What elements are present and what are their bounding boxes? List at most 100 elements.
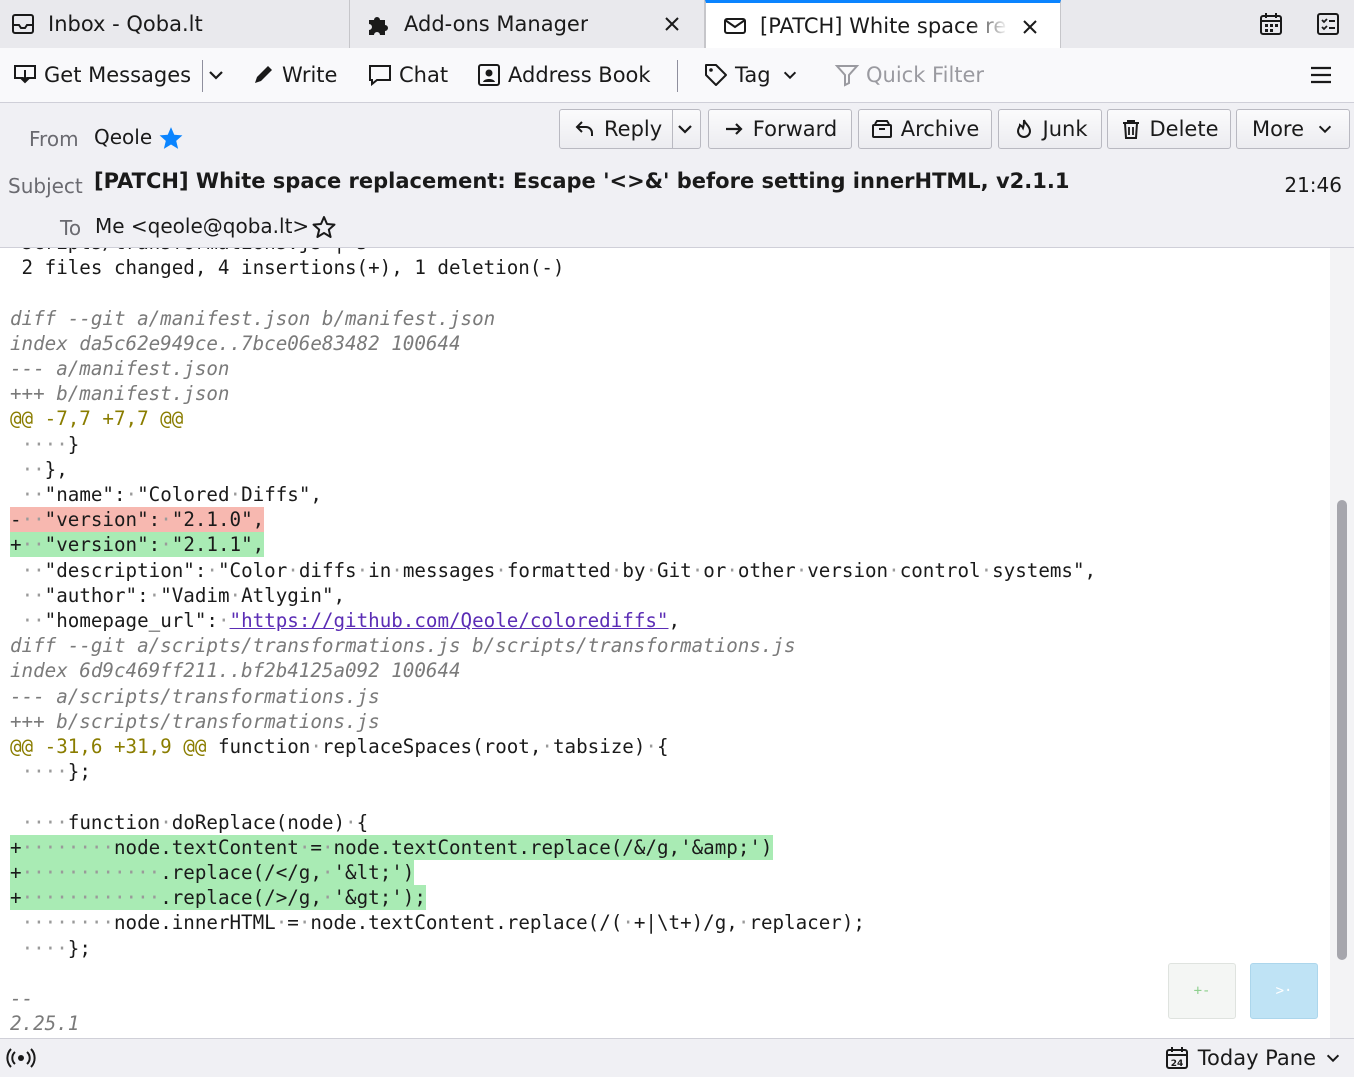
from-value[interactable]: Qeole: [94, 125, 152, 149]
close-icon[interactable]: [1018, 15, 1042, 39]
divider: [677, 60, 678, 92]
message-time: 21:46: [1284, 173, 1342, 197]
diff-line: ····}: [21, 432, 80, 456]
tab-addons-manager[interactable]: Add-ons Manager: [350, 0, 705, 48]
tab-patch-message[interactable]: [PATCH] White space replacement: Escape …: [705, 0, 1061, 49]
download-icon: [12, 62, 38, 88]
flame-icon: [1013, 118, 1035, 140]
diff-line: --: [10, 987, 34, 1010]
more-label: More: [1251, 117, 1305, 141]
reply-label: Reply: [604, 117, 663, 141]
junk-button[interactable]: Junk: [998, 109, 1102, 149]
today-pane-label: Today Pane: [1197, 1046, 1316, 1070]
diff-line: 2 files changed, 4 insertions(+), 1 dele…: [10, 256, 565, 280]
chevron-down-icon: [781, 66, 799, 84]
chevron-down-icon: [1316, 120, 1334, 138]
subject-value: [PATCH] White space replacement: Escape …: [94, 169, 1070, 193]
diff-line: --- a/scripts/transformations.js: [10, 684, 380, 708]
write-button[interactable]: Write: [250, 48, 337, 102]
diff-line: --- a/manifest.json: [10, 357, 230, 380]
next-diff-button[interactable]: >·: [1250, 963, 1318, 1019]
reply-arrow-icon: [574, 118, 596, 140]
diff-line: +············.replace(/>/g,·'&gt;');: [10, 885, 426, 911]
online-status-icon[interactable]: [6, 1047, 36, 1069]
calendar-icon[interactable]: [1257, 10, 1285, 38]
archive-box-icon: [871, 118, 893, 140]
more-button[interactable]: More: [1236, 109, 1350, 149]
star-filled-icon[interactable]: [158, 125, 184, 151]
diff-line: +··"version":·"2.1.1",: [10, 532, 265, 558]
diff-line: +········node.textContent·=·node.textCon…: [10, 834, 773, 860]
svg-text:24: 24: [1171, 1059, 1184, 1069]
diff-line: index 6d9c469ff211..bf2b4125a092 100644: [10, 659, 461, 683]
address-book-button[interactable]: Address Book: [476, 48, 651, 102]
diff-line: diff --git a/scripts/transformations.js …: [10, 634, 796, 658]
diff-line: @@ -7,7 +7,7 @@: [10, 407, 184, 431]
forward-label: Forward: [752, 117, 838, 141]
tag-button[interactable]: Tag: [703, 48, 799, 102]
subject-label: Subject: [8, 174, 83, 198]
get-messages-dropdown[interactable]: [206, 48, 226, 102]
diff-line: +············.replace(/</g,·'&lt;'): [10, 860, 415, 885]
tasks-icon[interactable]: [1314, 10, 1342, 38]
diff-line: diff --git a/manifest.json b/manifest.js…: [10, 306, 496, 330]
to-label: To: [60, 216, 82, 240]
diff-line: ··"author":·"Vadim·Atlygin",: [21, 583, 346, 607]
close-icon[interactable]: [660, 12, 684, 36]
filter-icon: [834, 62, 860, 88]
diff-line: ··},: [21, 457, 68, 481]
delete-label: Delete: [1149, 117, 1219, 141]
mail-toolbar: Get Messages Write Chat Address Book Tag: [0, 48, 1354, 103]
status-bar: 24 Today Pane: [0, 1038, 1354, 1077]
tag-icon: [703, 62, 729, 88]
forward-arrow-icon: [723, 118, 745, 140]
tab-title: Add-ons Manager: [404, 12, 589, 36]
get-messages-button[interactable]: Get Messages: [12, 48, 191, 102]
toggle-diff-button[interactable]: +-: [1168, 963, 1236, 1019]
tab-title: Inbox - Qoba.lt: [48, 12, 203, 36]
message-body: scripts/transformations.js | 5 +++- 2 fi…: [0, 248, 1330, 1038]
delete-button[interactable]: Delete: [1107, 109, 1231, 149]
quick-filter-label: Quick Filter: [866, 63, 985, 87]
tab-inbox[interactable]: Inbox - Qoba.lt: [0, 0, 350, 48]
quick-filter-button[interactable]: Quick Filter: [834, 48, 984, 102]
app-menu-button[interactable]: [1308, 48, 1334, 102]
diff-line: 2.25.1: [10, 1012, 80, 1036]
reply-dropdown-chevron-icon[interactable]: [675, 119, 695, 139]
tab-title: [PATCH] White space replacement: Escape …: [760, 14, 1008, 38]
archive-button[interactable]: Archive: [858, 109, 992, 149]
diff-line: ··"homepage_url":·"https://github.com/Qe…: [21, 609, 681, 632]
hamburger-menu-icon: [1308, 62, 1334, 88]
diff-line: @@ -31,6 +31,9 @@ function·replaceSpaces…: [10, 735, 669, 758]
inbox-icon: [10, 11, 36, 37]
get-messages-label: Get Messages: [44, 63, 192, 87]
homepage-link[interactable]: "https://github.com/Qeole/colorediffs": [230, 609, 669, 632]
chat-button[interactable]: Chat: [367, 48, 448, 102]
envelope-icon: [722, 13, 748, 39]
chat-label: Chat: [399, 63, 449, 87]
trash-icon: [1120, 118, 1142, 140]
from-label: From: [29, 127, 79, 151]
diff-line: -··"version":·"2.1.0",: [10, 507, 265, 533]
diff-line: ··"description":·"Color·diffs·in·message…: [21, 558, 1097, 582]
forward-button[interactable]: Forward: [708, 109, 852, 149]
today-pane-toggle[interactable]: 24 Today Pane: [1164, 1039, 1342, 1077]
chevron-down-icon: [1324, 1049, 1342, 1067]
pencil-icon: [250, 62, 276, 88]
star-outline-icon[interactable]: [312, 215, 336, 239]
calendar-day-icon: 24: [1164, 1045, 1190, 1071]
diff-line: ····};: [21, 936, 91, 960]
scrollbar-thumb[interactable]: [1337, 500, 1347, 960]
junk-label: Junk: [1042, 117, 1088, 141]
diff-line: ····function·doReplace(node)·{: [21, 810, 369, 834]
diff-line: ··"name":·"Colored·Diffs",: [21, 483, 322, 506]
tag-label: Tag: [735, 63, 771, 87]
archive-label: Archive: [900, 117, 980, 141]
to-value[interactable]: Me <qeole@qoba.lt>: [95, 214, 309, 238]
diff-line: +++ b/manifest.json: [10, 382, 230, 406]
diff-line: index da5c62e949ce..7bce06e83482 100644: [10, 331, 461, 355]
write-label: Write: [282, 63, 338, 87]
divider: [202, 60, 203, 92]
puzzle-icon: [366, 11, 392, 37]
message-header: From Qeole Reply Forward Archive Junk De: [0, 103, 1354, 248]
